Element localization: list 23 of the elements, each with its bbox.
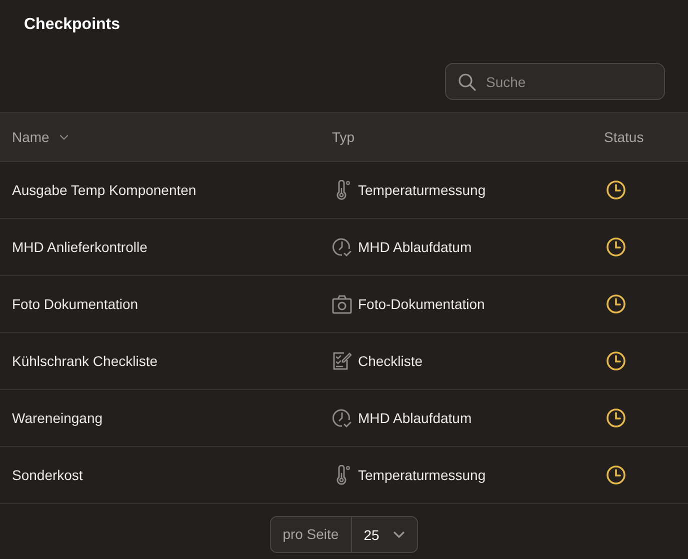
page-size-select[interactable]: pro Seite 25 bbox=[270, 516, 418, 553]
camera-icon bbox=[332, 294, 352, 314]
table-cell: MHD Anlieferkontrolle bbox=[12, 239, 148, 255]
table-cell: Checkliste bbox=[358, 353, 423, 369]
table-cell: Temperaturmessung bbox=[358, 467, 486, 483]
clock-check-icon bbox=[332, 408, 352, 428]
column-header: Typ bbox=[332, 129, 355, 145]
search-field[interactable]: Suche bbox=[445, 63, 665, 100]
table-cell: Kühlschrank Checkliste bbox=[12, 353, 158, 369]
clock-check-icon bbox=[332, 237, 352, 257]
table-cell: Wareneingang bbox=[12, 410, 103, 426]
table-cell: Temperaturmessung bbox=[358, 182, 486, 198]
table-cell: Foto Dokumentation bbox=[12, 296, 138, 312]
checklist-icon bbox=[332, 351, 352, 371]
table-cell: Foto-Dokumentation bbox=[358, 296, 485, 312]
page-title: Checkpoints bbox=[23, 15, 122, 35]
table-cell: MHD Ablaufdatum bbox=[358, 239, 472, 255]
table-cell: Ausgabe Temp Komponenten bbox=[12, 182, 196, 198]
column-header[interactable]: Name bbox=[12, 129, 50, 145]
table-cell: Sonderkost bbox=[12, 467, 83, 483]
table-cell: MHD Ablaufdatum bbox=[358, 410, 472, 426]
column-header: Status bbox=[604, 129, 644, 145]
caret-icon bbox=[393, 530, 406, 538]
